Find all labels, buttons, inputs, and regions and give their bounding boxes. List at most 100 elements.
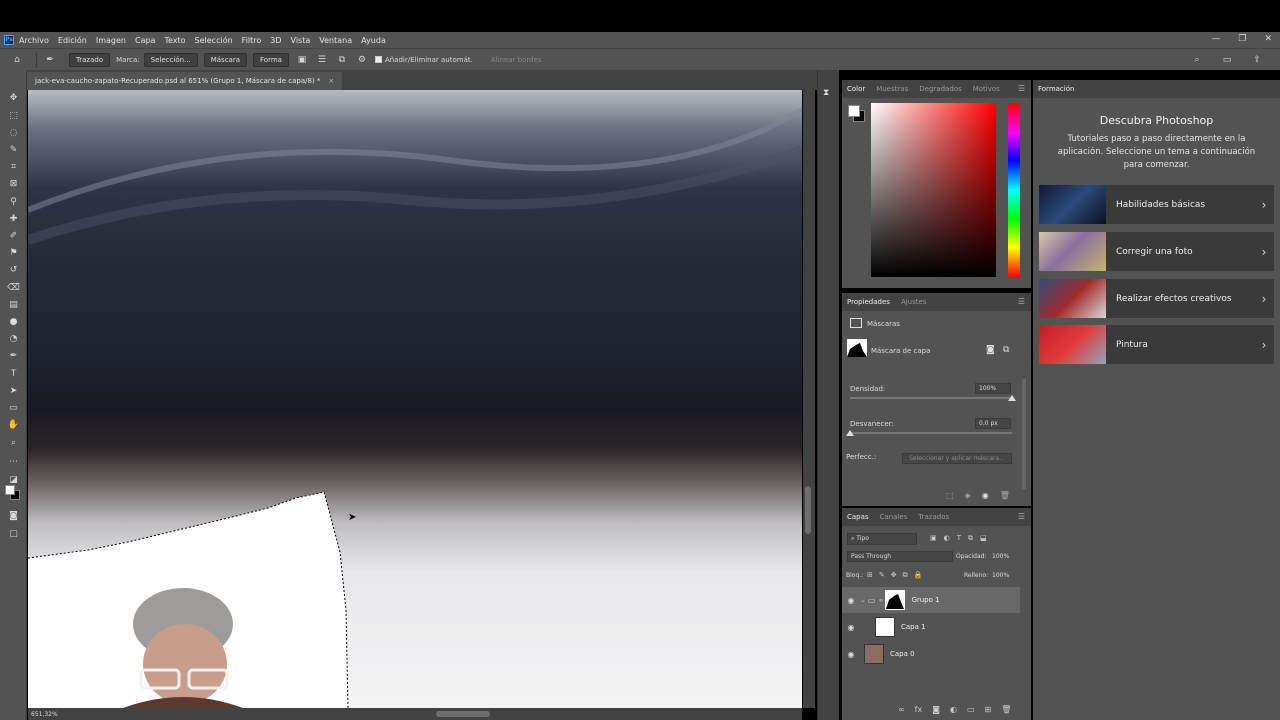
select-pixel-mask-icon[interactable]: ◙ <box>986 345 995 355</box>
layer-name[interactable]: Capa 0 <box>890 650 915 658</box>
menu-ventana[interactable]: Ventana <box>319 36 352 45</box>
lock-image-icon[interactable]: ✎ <box>879 571 885 580</box>
vertical-scroll-thumb[interactable] <box>805 486 811 534</box>
menu-imagen[interactable]: Imagen <box>96 36 126 45</box>
mask-link-icon[interactable]: ∞ <box>878 597 883 604</box>
horizontal-scrollbar[interactable] <box>28 708 802 720</box>
settings-gear-icon[interactable]: ⚙ <box>355 53 369 67</box>
add-mask-icon[interactable]: ◙ <box>932 705 940 714</box>
lock-all-icon[interactable]: 🔒 <box>914 571 923 580</box>
minimize-icon[interactable]: — <box>1211 34 1220 44</box>
share-icon[interactable]: ⇪ <box>1250 53 1264 67</box>
screen-mode-icon[interactable]: ▢ <box>7 528 20 541</box>
opacity-value[interactable]: 100% <box>992 553 1009 560</box>
close-document-icon[interactable]: × <box>328 77 334 85</box>
crop-tool-icon[interactable]: ⌗ <box>7 161 20 174</box>
tab-motivos[interactable]: Motivos <box>973 85 1000 93</box>
tab-color[interactable]: Color <box>847 85 865 93</box>
foreground-color-swatch[interactable] <box>5 485 15 495</box>
group-mask-thumbnail[interactable] <box>885 590 906 610</box>
properties-menu-icon[interactable]: ☰ <box>1018 297 1025 306</box>
tab-trazados[interactable]: Trazados <box>918 513 949 521</box>
select-and-mask-button[interactable]: Seleccionar y aplicar máscara... <box>902 453 1012 464</box>
healing-brush-tool-icon[interactable]: ✚ <box>7 213 20 226</box>
density-slider-track[interactable] <box>850 397 1012 399</box>
lock-transparent-icon[interactable]: ⊞ <box>867 571 873 580</box>
learn-card-fix-photo[interactable]: Corregir una foto › <box>1039 232 1274 271</box>
horizontal-scroll-thumb[interactable] <box>436 711 490 717</box>
make-shape-button[interactable]: Forma <box>253 52 289 67</box>
group-expand-chevron-icon[interactable]: ⌄ <box>860 596 866 604</box>
feather-slider-thumb[interactable] <box>846 430 854 436</box>
move-tool-icon[interactable]: ✥ <box>7 92 20 105</box>
load-selection-icon[interactable]: ⬚ <box>946 491 954 500</box>
document-tab[interactable]: jack-eva-caucho-zapato-Recuperado.psd al… <box>27 72 343 90</box>
menu-texto[interactable]: Texto <box>164 36 185 45</box>
color-picker-field[interactable] <box>871 103 996 277</box>
tab-degradados[interactable]: Degradados <box>919 85 961 93</box>
filter-adjustment-icon[interactable]: ◐ <box>944 534 950 543</box>
apply-mask-icon[interactable]: ◈ <box>965 491 971 500</box>
dodge-tool-icon[interactable]: ◔ <box>7 333 20 346</box>
history-brush-tool-icon[interactable]: ↺ <box>7 264 20 277</box>
align-edges-label[interactable]: Alinear bordes <box>491 56 542 64</box>
path-selection-tool-icon[interactable]: ➤ <box>7 385 20 398</box>
hue-slider[interactable] <box>1008 103 1020 277</box>
visibility-eye-icon[interactable]: ◉ <box>842 650 860 659</box>
visibility-eye-icon[interactable]: ◉ <box>842 596 860 605</box>
make-selection-button[interactable]: Selección... <box>143 52 198 67</box>
vertical-scrollbar[interactable] <box>803 90 815 708</box>
zoom-tool-icon[interactable]: ⌕ <box>7 437 20 450</box>
tab-capas[interactable]: Capas <box>847 513 869 521</box>
learn-card-painting[interactable]: Pintura › <box>1039 325 1274 364</box>
more-tools-icon[interactable]: ⋯ <box>7 456 20 469</box>
properties-scrollbar[interactable] <box>1022 379 1026 489</box>
blend-mode-select[interactable]: Pass Through <box>847 551 953 562</box>
marquee-tool-icon[interactable]: ⬚ <box>7 110 20 123</box>
make-mask-button[interactable]: Máscara <box>203 52 248 67</box>
tab-ajustes[interactable]: Ajustes <box>901 298 927 306</box>
layer-row-grupo-1[interactable]: ◉ ⌄ ▭ ∞ Grupo 1 <box>842 587 1020 613</box>
feather-field[interactable]: 0,0 px <box>975 418 1011 429</box>
home-icon[interactable]: ⌂ <box>10 53 24 67</box>
link-layers-icon[interactable]: ∞ <box>898 705 905 714</box>
menu-capa[interactable]: Capa <box>135 36 155 45</box>
learn-card-basic-skills[interactable]: Habilidades básicas › <box>1039 185 1274 224</box>
menu-edicion[interactable]: Edición <box>58 36 87 45</box>
zoom-level[interactable]: 651,32% <box>31 711 58 718</box>
path-operations-icon[interactable]: ▣ <box>295 53 309 67</box>
density-slider-thumb[interactable] <box>1008 395 1016 401</box>
new-group-icon[interactable]: ▭ <box>967 705 975 714</box>
frame-tool-icon[interactable]: ⊠ <box>7 178 20 191</box>
tab-propiedades[interactable]: Propiedades <box>847 298 890 306</box>
layer-row-capa-0[interactable]: ◉ Capa 0 <box>842 641 1020 667</box>
panel-foreground-swatch[interactable] <box>848 105 860 117</box>
eraser-tool-icon[interactable]: ⌫ <box>7 282 20 295</box>
lock-artboard-icon[interactable]: ⧉ <box>903 571 908 580</box>
blur-tool-icon[interactable]: ● <box>7 316 20 329</box>
layer-row-capa-1[interactable]: ◉ Capa 1 <box>842 614 1020 640</box>
tab-formacion[interactable]: Formación <box>1038 85 1074 93</box>
layer-name[interactable]: Grupo 1 <box>911 596 939 604</box>
menu-ayuda[interactable]: Ayuda <box>361 36 386 45</box>
feather-slider-track[interactable] <box>850 432 1012 434</box>
pen-tool-icon[interactable]: ✒ <box>7 350 20 363</box>
brush-tool-icon[interactable]: ✐ <box>7 230 20 243</box>
new-adjustment-layer-icon[interactable]: ◐ <box>950 705 957 714</box>
auto-add-delete-checkbox[interactable] <box>374 56 382 63</box>
menu-filtro[interactable]: Filtro <box>242 36 262 45</box>
path-alignment-icon[interactable]: ☰ <box>315 53 329 67</box>
restore-icon[interactable]: ❐ <box>1238 34 1246 44</box>
add-vector-mask-icon[interactable]: ⧉ <box>1003 345 1009 355</box>
layer-filter-select[interactable]: ⌕ Tipo <box>847 533 917 545</box>
lasso-tool-icon[interactable]: ◌ <box>7 127 20 140</box>
history-panel-icon[interactable]: ⧗ <box>823 88 829 98</box>
delete-layer-icon[interactable]: 🗑 <box>1001 705 1011 714</box>
visibility-eye-icon[interactable]: ◉ <box>842 623 860 632</box>
quick-selection-tool-icon[interactable]: ✎ <box>7 144 20 157</box>
gradient-tool-icon[interactable]: ▤ <box>7 299 20 312</box>
learn-card-creative-effects[interactable]: Realizar efectos creativos › <box>1039 279 1274 318</box>
menu-3d[interactable]: 3D <box>270 36 281 45</box>
layers-menu-icon[interactable]: ☰ <box>1018 512 1025 521</box>
eyedropper-tool-icon[interactable]: ⚲ <box>7 196 20 209</box>
